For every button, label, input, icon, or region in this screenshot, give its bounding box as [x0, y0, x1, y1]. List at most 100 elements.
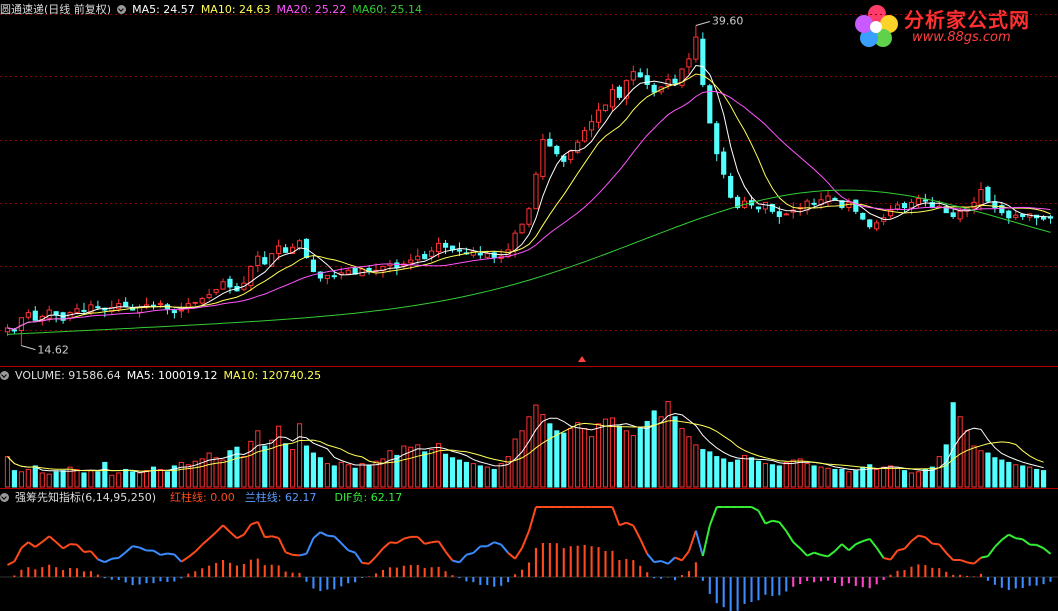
indicator-line — [708, 506, 718, 526]
volume-bar — [255, 430, 261, 488]
volume-bar — [220, 459, 226, 488]
indicator-blue-bar — [305, 577, 308, 582]
indicator-blue-bar — [833, 577, 837, 583]
candle — [171, 310, 177, 314]
indicator-blue-bar — [653, 577, 656, 579]
indicator-blue-bar — [792, 577, 795, 587]
indicator-red-bar — [931, 567, 934, 577]
candle — [1040, 216, 1047, 220]
indicator-blue-bar — [986, 577, 989, 581]
indicator-line — [152, 549, 161, 556]
candle — [477, 253, 483, 256]
candle — [651, 84, 657, 93]
volume-bar — [832, 468, 838, 488]
volume-bar — [985, 452, 991, 488]
indicator-line — [452, 559, 460, 564]
candle — [178, 309, 184, 312]
candle — [637, 72, 643, 78]
indicator-red-bar — [694, 562, 697, 577]
indicator-line — [277, 537, 287, 553]
volume-bar — [352, 467, 358, 488]
indicator-blue-bar — [458, 577, 461, 579]
indicator-line — [1001, 533, 1010, 541]
indicator-blue-bar — [110, 577, 113, 580]
indicator-red-bar — [402, 565, 405, 577]
indicator-line — [327, 534, 335, 538]
indicator-line — [354, 552, 363, 564]
indicator-line — [417, 536, 426, 545]
candle — [811, 202, 817, 205]
indicator-line — [97, 558, 106, 564]
candle — [533, 173, 539, 210]
indicator-line — [34, 541, 43, 548]
volume-bar — [143, 470, 150, 488]
stock-chart[interactable]: 39.60 14.62 — [0, 0, 1058, 611]
indicator-blue-bar — [145, 577, 148, 584]
volume-bar — [331, 465, 337, 488]
volume-bar — [992, 457, 998, 488]
indicator-line — [632, 525, 642, 540]
low-label: 14.62 — [37, 344, 69, 357]
indicator-red-bar — [896, 570, 899, 577]
volume-bar — [303, 445, 310, 488]
volume-bar — [53, 471, 59, 488]
cursor-marker-icon — [578, 356, 586, 362]
indicator-line — [701, 525, 711, 557]
volume-bar — [1027, 466, 1033, 488]
volume-bar — [999, 459, 1005, 488]
indicator-line — [229, 531, 238, 540]
indicator-red-bar — [555, 543, 558, 577]
candle — [442, 242, 449, 248]
indicator-line — [431, 540, 439, 544]
indicator-line — [139, 546, 147, 552]
indicator-line — [883, 557, 891, 561]
candle — [776, 211, 782, 217]
indicator-line — [959, 559, 968, 564]
indicator-line — [528, 506, 537, 532]
volume-bar — [484, 466, 490, 488]
volume-bar — [88, 470, 94, 488]
candle — [721, 151, 727, 175]
indicator-red-bar — [215, 562, 218, 577]
volume-bar — [102, 461, 108, 488]
indicator-line — [667, 556, 676, 565]
indicator-red-bar — [569, 546, 572, 577]
indicator-red-bar — [381, 569, 385, 577]
indicator-line — [458, 554, 468, 564]
indicator-line — [167, 552, 175, 556]
candle — [894, 204, 901, 210]
indicator-red-bar — [646, 572, 649, 577]
volume-bar — [568, 427, 574, 488]
volume-bar — [595, 423, 602, 488]
indicator-line — [1008, 533, 1017, 540]
indicator-line — [375, 547, 384, 558]
indicator-blue-bar — [673, 577, 677, 581]
indicator-blue-bar — [138, 577, 141, 585]
indicator-blue-bar — [347, 577, 350, 584]
indicator-blue-bar — [117, 577, 120, 581]
indicator-red-bar — [201, 568, 204, 577]
indicator-blue-bar — [361, 577, 364, 578]
indicator-line — [104, 557, 113, 564]
volume-bar — [164, 471, 170, 488]
indicator-line — [611, 506, 621, 526]
indicator-line — [841, 543, 850, 552]
volume-bar — [665, 401, 671, 488]
candle — [1020, 214, 1026, 217]
volume-bar — [387, 450, 393, 488]
indicator-line — [910, 534, 920, 542]
indicator-line — [646, 553, 655, 563]
indicator-line — [90, 550, 99, 560]
candle — [46, 309, 52, 319]
indicator-line — [868, 538, 878, 549]
candle — [262, 257, 268, 265]
indicator-red-bar — [979, 573, 983, 577]
volume-bar — [547, 423, 553, 488]
volume-bar — [317, 457, 323, 488]
indicator-line — [83, 550, 92, 553]
candle — [283, 247, 289, 253]
volume-bar — [81, 472, 87, 488]
indicator-red-bar — [291, 572, 294, 577]
volume-bar — [825, 467, 831, 488]
candle — [484, 253, 490, 258]
